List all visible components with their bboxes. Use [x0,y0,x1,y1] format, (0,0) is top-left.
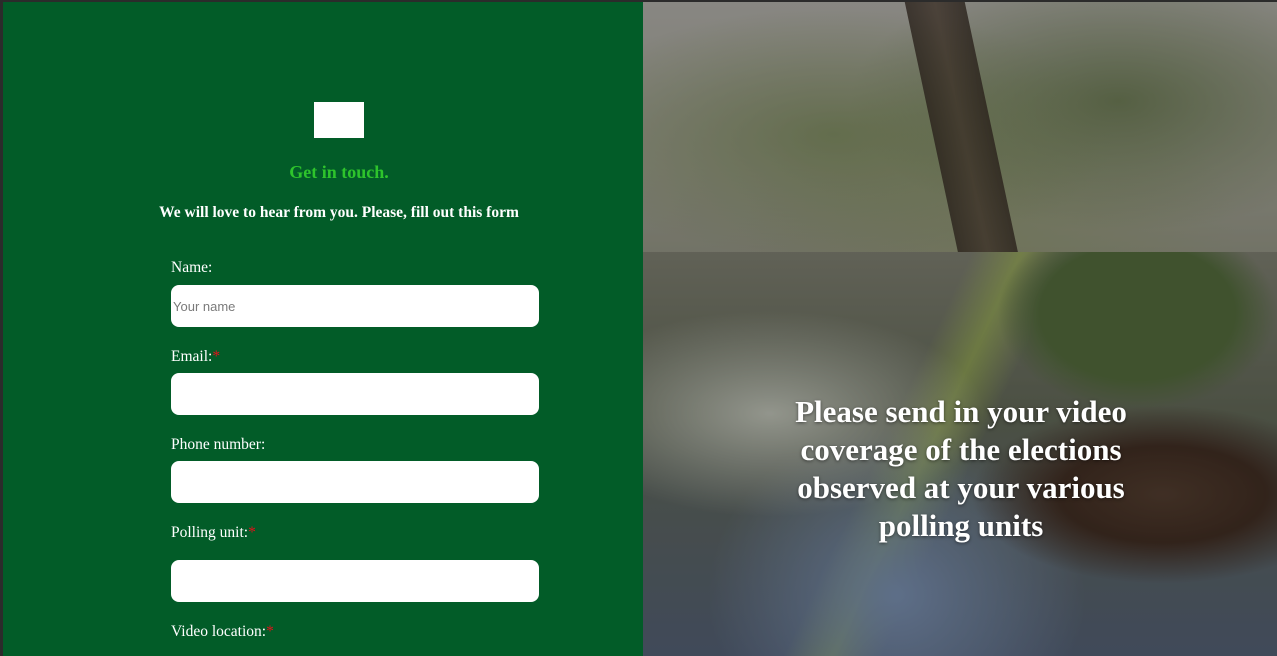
name-label-text: Name: [171,259,213,276]
polling-unit-label: Polling unit:* [171,524,256,542]
polling-unit-input[interactable] [171,560,539,602]
form-subheading: We will love to hear from you. Please, f… [159,204,519,221]
required-mark: * [266,623,274,640]
name-label: Name: [171,259,212,277]
required-mark: * [248,524,256,541]
video-location-label: Video location:* [171,623,274,641]
email-label: Email:* [171,348,220,366]
form-heading: Get in touch. [289,162,389,182]
phone-input[interactable] [171,461,539,503]
logo-image [314,102,364,138]
polling-unit-label-text: Polling unit: [171,524,249,541]
phone-label-text: Phone number: [171,436,266,453]
hero-overlay [643,2,1277,656]
phone-label: Phone number: [171,436,265,454]
email-input[interactable] [171,373,539,415]
name-input[interactable] [171,285,539,327]
email-label-text: Email: [171,348,213,365]
video-location-label-text: Video location: [171,623,267,640]
required-mark: * [212,348,221,365]
hero-image-panel: Please send in your video coverage of th… [643,2,1277,656]
hero-message: Please send in your video coverage of th… [795,394,1127,543]
contact-form-panel: Get in touch. We will love to hear from … [3,2,643,656]
